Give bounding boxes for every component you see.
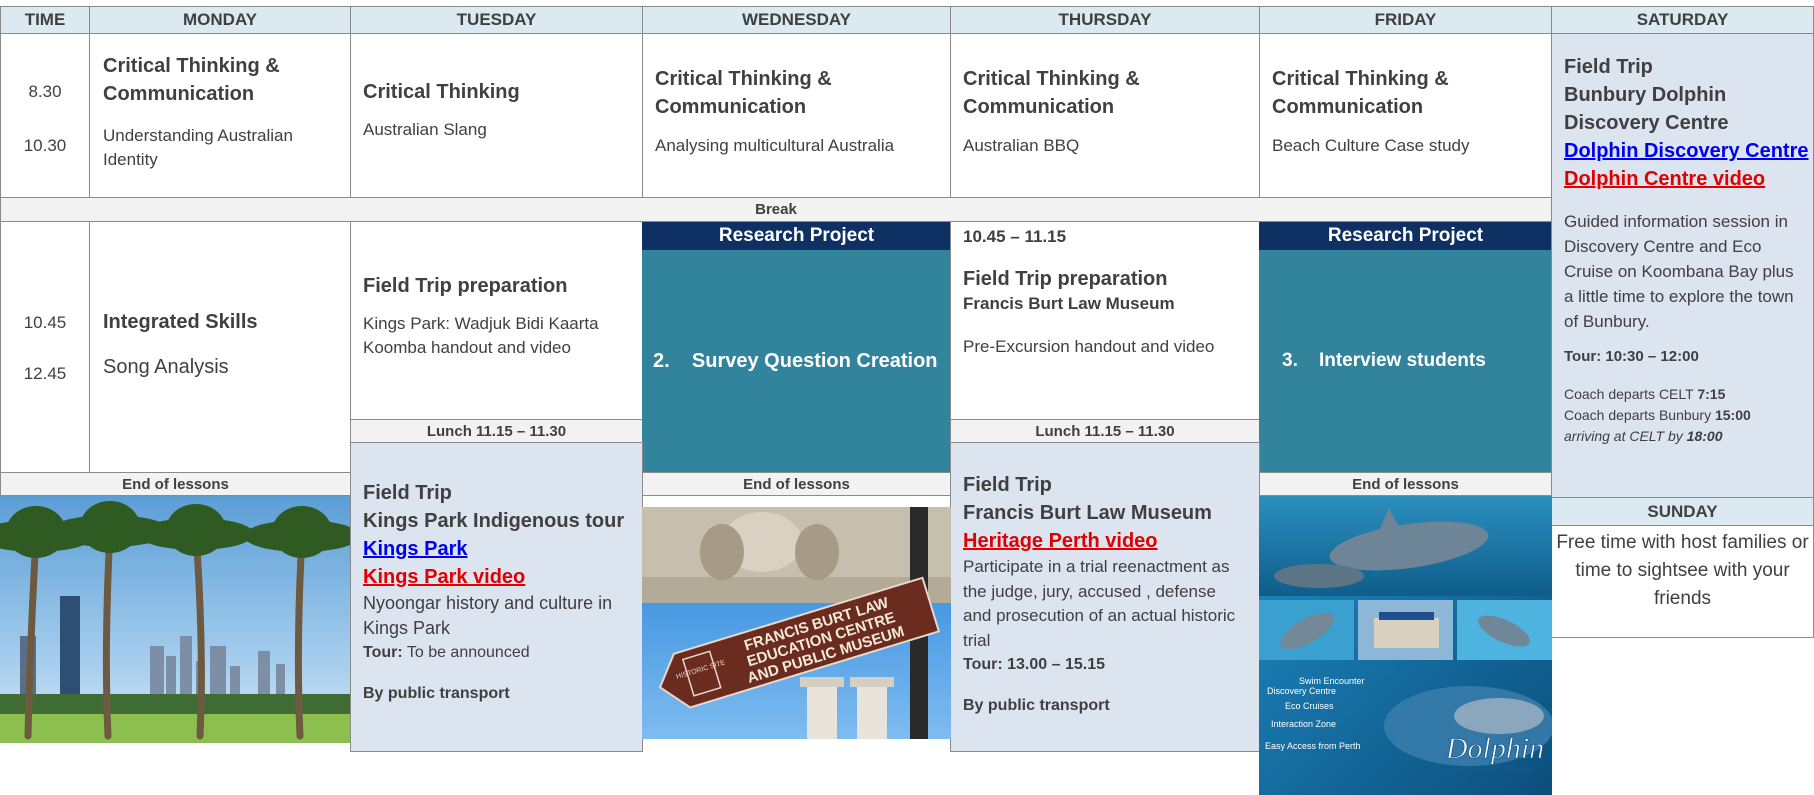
thursday-trip-line2: Francis Burt Law Museum <box>963 502 1212 524</box>
wednesday-session1-title: Critical Thinking & Communication <box>655 68 832 118</box>
tuesday-trip-line1: Field Trip <box>363 482 452 504</box>
break-bar: Break <box>0 197 1552 222</box>
friday-research-header: Research Project <box>1259 222 1552 250</box>
thursday-session1-title: Critical Thinking & Communication <box>963 68 1140 118</box>
friday-session1-topic: Beach Culture Case study <box>1272 136 1470 155</box>
monday-end-of-lessons: End of lessons <box>0 472 351 496</box>
wednesday-research-task: 2. Survey Question Creation <box>642 250 951 472</box>
coach1-text: Coach departs CELT <box>1564 386 1698 402</box>
francis-burt-sign-photo: HISTORIC SITE FRANCIS BURT LAW EDUCATION… <box>642 507 951 739</box>
dolphin-list-0: Swim Encounter <box>1299 676 1365 686</box>
thursday-field-trip: Field Trip Francis Burt Law Museum Herit… <box>950 442 1260 752</box>
thursday-trip-desc: Participate in a trial reenactment as th… <box>963 557 1236 650</box>
session2-end: 12.45 <box>23 364 67 383</box>
coach2-text: Coach departs Bunbury <box>1564 407 1715 423</box>
time-cell-session2: 10.45 12.45 <box>0 221 90 473</box>
thursday-session2-time: 10.45 – 11.15 <box>963 227 1067 246</box>
wednesday-session1-topic: Analysing multicultural Australia <box>655 136 895 155</box>
session2-start: 10.45 <box>23 313 67 332</box>
sunday-text: Free time with host families or time to … <box>1551 525 1814 638</box>
tuesday-transport: By public transport <box>363 685 510 702</box>
friday-end-of-lessons: End of lessons <box>1259 472 1552 496</box>
monday-session1-title: Critical Thinking & Communication <box>103 55 280 105</box>
header-wednesday: WEDNESDAY <box>642 6 951 34</box>
heritage-perth-video-link[interactable]: Heritage Perth video <box>963 527 1249 555</box>
thursday-transport: By public transport <box>963 697 1110 714</box>
time-cell-session1: 8.30 10.30 <box>0 33 90 198</box>
arrive-time: 18:00 <box>1686 428 1723 444</box>
thursday-session2-title: Field Trip preparation <box>963 268 1168 290</box>
saturday-cell: Field Trip Bunbury Dolphin Discovery Cen… <box>1551 33 1814 498</box>
thursday-session2: 10.45 – 11.15 Field Trip preparation Fra… <box>950 221 1260 420</box>
tuesday-session2-topic: Kings Park: Wadjuk Bidi Kaarta Koomba ha… <box>363 314 599 357</box>
wednesday-research-header: Research Project <box>642 222 951 250</box>
tuesday-session1: Critical Thinking Australian Slang <box>350 33 643 198</box>
dolphin-logo-sub: DISCOVERY CENTRE <box>1454 765 1536 774</box>
tuesday-session2: Field Trip preparation Kings Park: Wadju… <box>350 221 643 420</box>
dolphin-list-2: Eco Cruises <box>1285 701 1334 711</box>
tuesday-tour-label: Tour: <box>363 644 403 661</box>
thursday-session1: Critical Thinking & Communication Austra… <box>950 33 1260 198</box>
header-tuesday: TUESDAY <box>350 6 643 34</box>
friday-session1: Critical Thinking & Communication Beach … <box>1259 33 1552 198</box>
saturday-line1: Field Trip <box>1564 56 1653 78</box>
saturday-tour: Tour: 10:30 – 12:00 <box>1564 348 1699 365</box>
coach2-time: 15:00 <box>1714 407 1751 423</box>
friday-session1-title: Critical Thinking & Communication <box>1272 68 1449 118</box>
thursday-lunch-bar: Lunch 11.15 – 11.30 <box>950 419 1260 443</box>
dolphin-discovery-link[interactable]: Dolphin Discovery Centre <box>1564 137 1809 165</box>
dolphin-list-3: Interaction Zone <box>1271 719 1336 729</box>
friday-research-task: 3. Interview students <box>1259 250 1552 472</box>
dolphin-video-link[interactable]: Dolphin Centre video <box>1564 165 1807 193</box>
tuesday-trip-desc: Nyoongar history and culture in Kings Pa… <box>363 593 613 638</box>
monday-session2: Integrated Skills Song Analysis <box>89 221 351 473</box>
monday-session2-topic: Song Analysis <box>103 356 229 378</box>
kings-park-link[interactable]: Kings Park <box>363 535 632 563</box>
tuesday-session2-title: Field Trip preparation <box>363 275 568 297</box>
monday-session2-title: Integrated Skills <box>103 311 258 333</box>
tuesday-trip-line2: Kings Park Indigenous tour <box>363 510 625 532</box>
perth-palm-trees-photo <box>0 496 350 743</box>
header-monday: MONDAY <box>89 6 351 34</box>
saturday-line3: Discovery Centre <box>1564 112 1729 134</box>
header-saturday: SATURDAY <box>1551 6 1814 34</box>
tuesday-session1-topic: Australian Slang <box>363 120 487 139</box>
kings-park-video-link[interactable]: Kings Park video <box>363 563 632 591</box>
tuesday-session1-title: Critical Thinking <box>363 81 520 103</box>
monday-session1: Critical Thinking & Communication Unders… <box>89 33 351 198</box>
session1-start: 8.30 <box>28 82 62 101</box>
dolphin-logo: Dolphin <box>1445 732 1544 765</box>
dolphin-discovery-photo: Swim Encounter Discovery Centre Eco Crui… <box>1259 496 1552 795</box>
header-sunday: SUNDAY <box>1551 497 1814 526</box>
header-thursday: THURSDAY <box>950 6 1260 34</box>
monday-session1-topic: Understanding Australian Identity <box>103 126 293 169</box>
thursday-session2-topic: Pre-Excursion handout and video <box>963 337 1215 356</box>
saturday-line2: Bunbury Dolphin <box>1564 84 1727 106</box>
header-time: TIME <box>0 6 90 34</box>
dolphin-list-4: Easy Access from Perth <box>1265 741 1361 751</box>
coach1-time: 7:15 <box>1697 386 1726 402</box>
wednesday-end-of-lessons: End of lessons <box>642 472 951 496</box>
saturday-desc: Guided information session in Discovery … <box>1564 212 1794 331</box>
tuesday-lunch-bar: Lunch 11.15 – 11.30 <box>350 419 643 443</box>
arrive-text: arriving at CELT by <box>1564 428 1687 444</box>
thursday-trip-line1: Field Trip <box>963 474 1052 496</box>
thursday-session1-topic: Australian BBQ <box>963 136 1080 155</box>
thursday-session2-subtitle: Francis Burt Law Museum <box>963 294 1175 313</box>
dolphin-list-1: Discovery Centre <box>1267 686 1336 696</box>
header-friday: FRIDAY <box>1259 6 1552 34</box>
thursday-tour: Tour: 13.00 – 15.15 <box>963 656 1105 673</box>
wednesday-session1: Critical Thinking & Communication Analys… <box>642 33 951 198</box>
tuesday-field-trip: Field Trip Kings Park Indigenous tour Ki… <box>350 442 643 752</box>
session1-end: 10.30 <box>23 136 67 155</box>
tuesday-tour-value: To be announced <box>406 644 530 661</box>
